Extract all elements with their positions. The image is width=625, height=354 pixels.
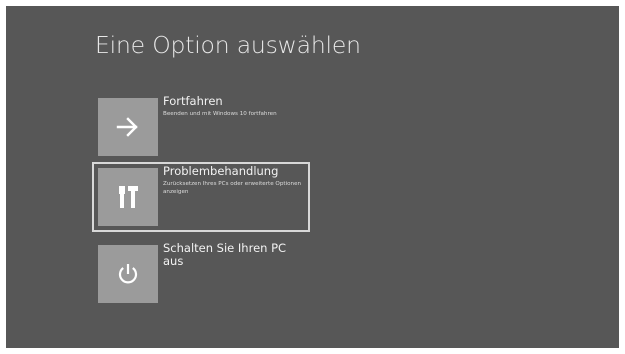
troubleshoot-tile[interactable] [98, 168, 158, 226]
continue-option[interactable]: Fortfahren Beenden und mit Windows 10 fo… [92, 92, 310, 162]
continue-label: Fortfahren [163, 94, 223, 108]
troubleshoot-option[interactable]: Problembehandlung Zurücksetzen Ihres PCs… [92, 162, 310, 232]
power-icon [116, 262, 140, 286]
shutdown-label: Schalten Sie Ihren PC aus [163, 241, 287, 268]
recovery-screen: Eine Option auswählen Fortfahren Beenden… [6, 6, 619, 348]
continue-description: Beenden und mit Windows 10 fortfahren [163, 111, 277, 117]
shutdown-tile[interactable] [98, 245, 158, 303]
continue-tile[interactable] [98, 98, 158, 156]
troubleshoot-description: Zurücksetzen Ihres PCs oder erweiterte O… [163, 181, 302, 195]
troubleshoot-label: Problembehandlung [163, 164, 279, 178]
shutdown-option[interactable]: Schalten Sie Ihren PC aus [92, 239, 310, 309]
page-title: Eine Option auswählen [95, 31, 361, 59]
tools-icon [117, 184, 139, 210]
arrow-right-icon [116, 117, 140, 137]
